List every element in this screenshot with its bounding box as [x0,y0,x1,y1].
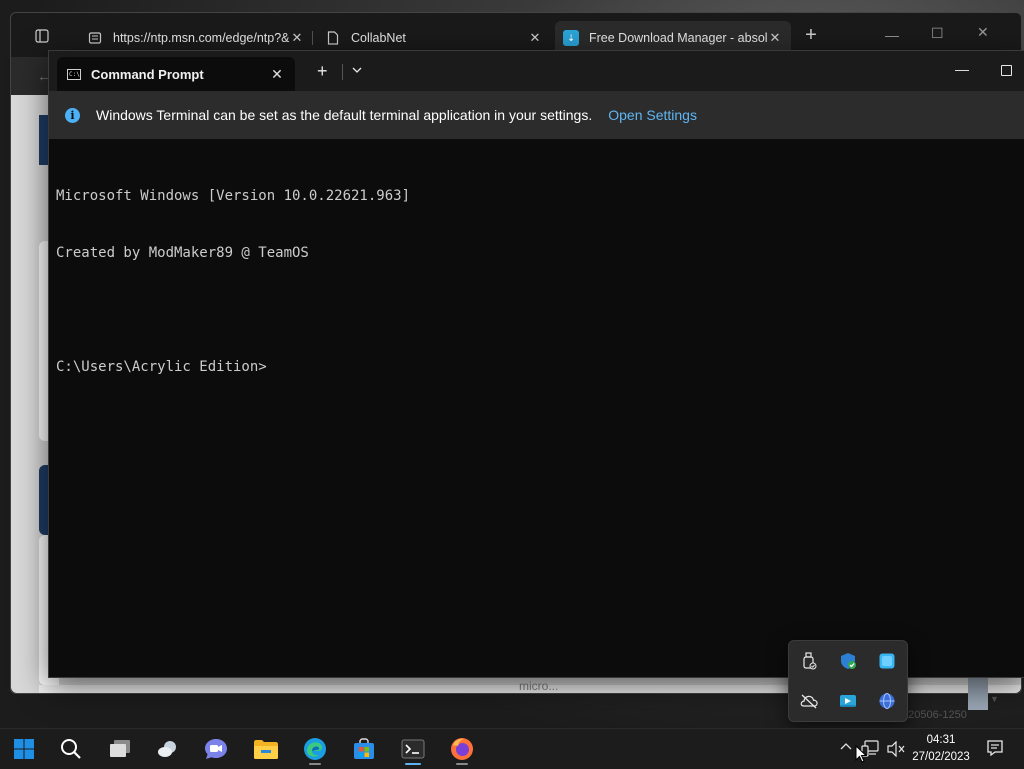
clock-date: 27/02/2023 [912,751,970,763]
maximize-icon[interactable] [1001,65,1012,76]
widgets-button[interactable] [150,733,186,765]
terminal-output[interactable]: Microsoft Windows [Version 10.0.22621.96… [56,149,1015,415]
taskbar-clock[interactable]: 04:31 27/02/2023 [908,732,974,766]
terminal-title-bar: C:\ Command Prompt ✕ + — [49,51,1024,91]
file-explorer-icon [254,740,278,759]
widgets-icon [158,741,176,757]
notification-center-button[interactable] [986,739,1004,762]
terminal-button[interactable] [395,733,431,765]
chevron-up-icon[interactable] [840,739,852,753]
terminal-tab-title: Command Prompt [91,66,204,82]
teams-chat-button[interactable] [198,733,234,765]
page-icon [87,30,103,46]
firefox-button[interactable] [444,733,480,765]
terminal-icon [401,739,425,759]
start-button[interactable] [6,733,42,765]
file-explorer-button[interactable] [248,733,284,765]
terminal-tab-command-prompt[interactable]: C:\ Command Prompt ✕ [57,57,295,91]
fdm-icon: ⇣ [563,30,579,46]
new-tab-button[interactable]: + [801,25,821,46]
notification-icon [987,740,1003,757]
start-icon [14,739,34,759]
store-icon [354,738,374,759]
tab-title: CollabNet [351,31,406,45]
network-globe-icon[interactable] [875,689,899,713]
volume-button[interactable] [882,733,910,765]
blue-app-icon[interactable] [875,649,899,673]
search-icon [61,739,81,759]
new-tab-button[interactable]: + [317,62,328,80]
fdm-tray-icon[interactable] [836,689,860,713]
clock-time: 04:31 [926,734,956,746]
volume-muted-icon [887,741,905,757]
store-button[interactable] [346,733,382,765]
tab-title: Free Download Manager - absol [589,31,767,45]
open-settings-link[interactable]: Open Settings [608,107,697,123]
windows-terminal-window[interactable]: C:\ Command Prompt ✕ + — i Windows Termi… [48,50,1024,678]
scroll-down-icon[interactable]: ▼ [990,694,999,704]
close-icon[interactable]: ✕ [289,30,305,46]
output-line: Created by ModMaker89 @ TeamOS [56,245,309,261]
close-icon[interactable]: ✕ [767,30,783,46]
firefox-icon [451,738,473,760]
close-icon[interactable]: ✕ [977,24,989,41]
chevron-down-icon[interactable] [352,63,362,77]
divider [342,64,343,80]
command-prompt-icon: C:\ [67,68,81,80]
tab-actions-icon[interactable] [31,26,53,46]
scrollbar-thumb[interactable] [968,676,988,710]
tab-title: https://ntp.msn.com/edge/ntp?& [113,31,289,45]
maximize-icon[interactable]: ☐ [931,25,944,42]
command-prompt-line: C:\Users\Acrylic Edition> [56,359,267,375]
task-view-button[interactable] [102,733,138,765]
edge-button[interactable] [297,733,333,765]
tray-overflow-flyout [788,640,908,722]
infobar-message: Windows Terminal can be set as the defau… [96,107,593,123]
edge-icon [304,738,326,760]
output-line: Microsoft Windows [Version 10.0.22621.96… [56,188,411,204]
minimize-icon[interactable]: — [885,27,899,43]
usb-eject-icon[interactable] [797,649,821,673]
task-view-icon [110,740,130,757]
cloud-off-icon[interactable] [797,689,821,713]
page-faded-text: micro... [519,679,559,693]
mouse-cursor-icon [855,744,868,768]
search-button[interactable] [53,733,89,765]
close-icon[interactable]: ✕ [527,30,543,46]
close-icon[interactable]: ✕ [269,66,285,83]
document-icon [325,30,341,46]
defender-shield-icon[interactable] [836,649,860,673]
info-icon: i [65,107,80,123]
teams-chat-icon [205,739,227,759]
taskbar: 04:31 27/02/2023 [0,728,1024,769]
minimize-icon[interactable]: — [955,61,969,77]
default-terminal-infobar: i Windows Terminal can be set as the def… [49,91,1024,139]
